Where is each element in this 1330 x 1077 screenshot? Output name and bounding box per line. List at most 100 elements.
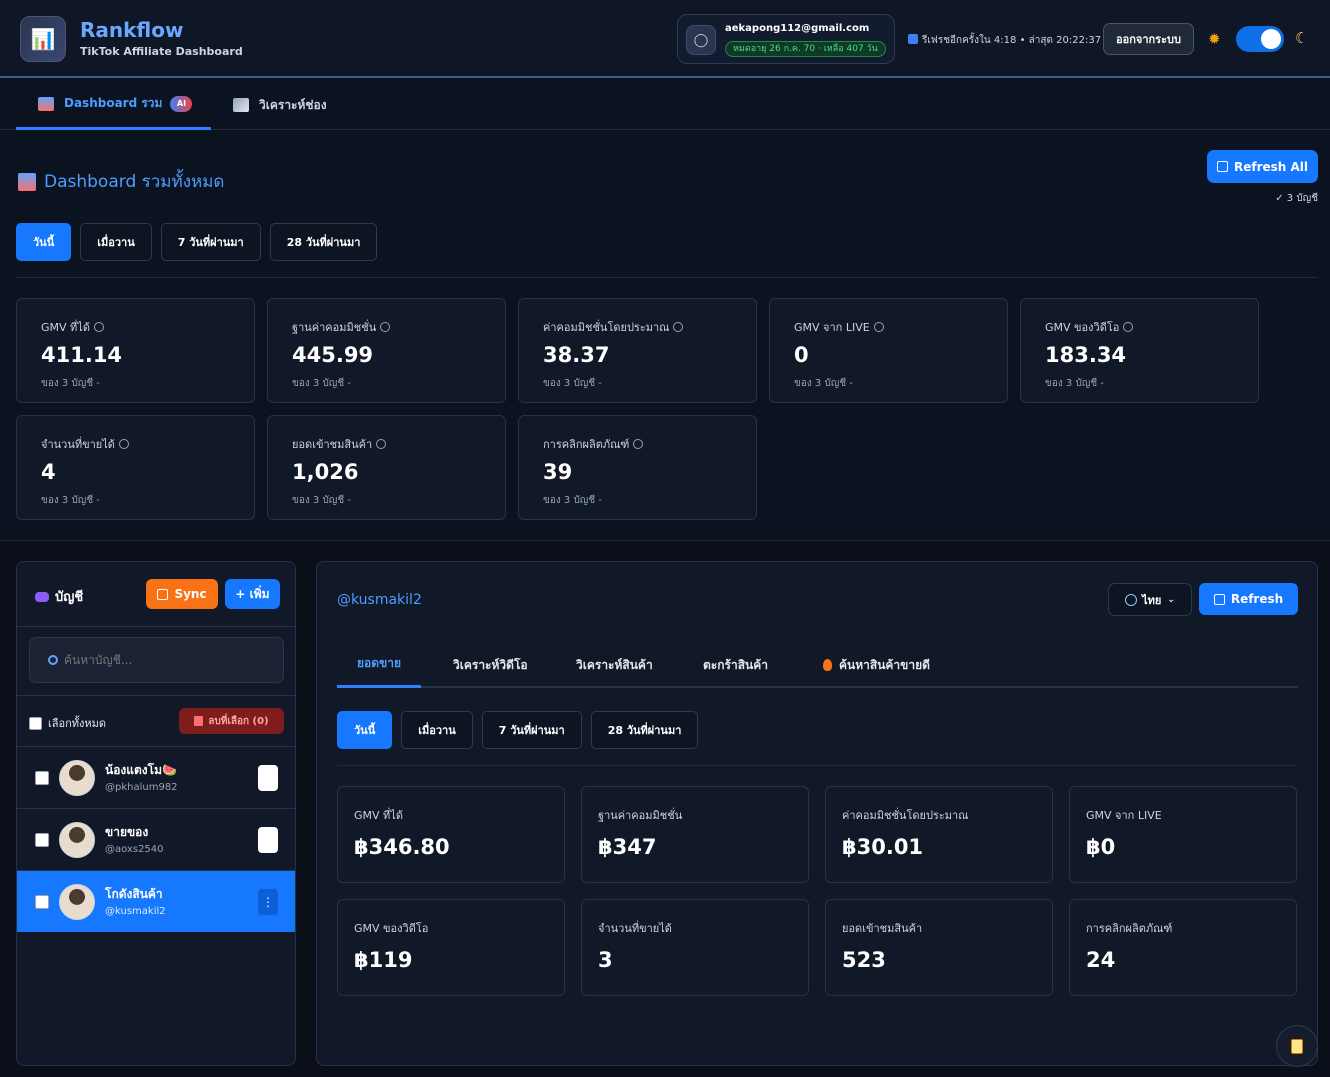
- help-icon[interactable]: [873, 322, 884, 332]
- people-icon: [35, 591, 49, 602]
- sync-button[interactable]: Sync: [146, 579, 218, 609]
- sun-icon: ✹: [1208, 30, 1221, 48]
- stat-label-text: จำนวนที่ขายได้: [41, 438, 115, 451]
- help-icon[interactable]: [118, 439, 129, 449]
- tab-sales[interactable]: ยอดขาย: [337, 642, 422, 688]
- dashboard-title: Dashboard รวมทั้งหมด: [18, 168, 224, 195]
- account-checkbox[interactable]: [35, 771, 49, 785]
- account-detail-panel: @kusmakil2 ไทย ⌄ Refresh ยอดขาย วิเคราะห์…: [316, 561, 1318, 1066]
- user-info: ◯ aekapong112@gmail.com หมดอายุ 26 ก.ค. …: [677, 14, 895, 64]
- account-handle: @aoxs2540: [105, 844, 164, 855]
- select-all-checkbox[interactable]: [29, 716, 42, 730]
- auto-refresh-info: รีเฟรชอีกครั้งใน 4:18 • ล่าสุด 20:22:37: [908, 33, 1101, 48]
- refresh-icon: [908, 34, 918, 44]
- stat-label: ยอดเข้าชมสินค้า: [842, 922, 923, 935]
- stat-value: 38.37: [543, 343, 610, 367]
- bar-chart-icon: [18, 172, 36, 191]
- stat-sub: ของ 3 บัญชี -: [1045, 378, 1104, 389]
- language-select[interactable]: ไทย ⌄: [1108, 583, 1192, 616]
- detail-stat-product-views: ยอดเข้าชมสินค้า 523: [825, 899, 1053, 996]
- stat-label: ฐานค่าคอมมิชชั่น: [598, 809, 683, 822]
- stat-value: 523: [842, 948, 886, 972]
- detail-stat-product-clicks: การคลิกผลิตภัณฑ์ 24: [1069, 899, 1297, 996]
- range-yesterday-button[interactable]: เมื่อวาน: [401, 711, 473, 749]
- more-options-button[interactable]: [258, 765, 278, 791]
- stat-label: GMV ของวิดีโอ: [354, 922, 429, 935]
- account-count: ✓ 3 บัญชี: [1275, 193, 1318, 204]
- range-yesterday-button[interactable]: เมื่อวาน: [80, 223, 152, 261]
- help-icon[interactable]: [380, 322, 391, 332]
- account-checkbox[interactable]: [35, 895, 49, 909]
- range-28days-button[interactable]: 28 วันที่ผ่านมา: [269, 223, 378, 261]
- theme-toggle[interactable]: [1236, 26, 1284, 52]
- tab-channel-label: วิเคราะห์ช่อง: [259, 97, 327, 112]
- accounts-title-text: บัญชี: [55, 590, 84, 605]
- tab-dashboard-label: Dashboard รวม: [64, 96, 163, 110]
- clipboard-floating-button[interactable]: [1276, 1025, 1318, 1067]
- help-icon[interactable]: [673, 322, 684, 332]
- refresh-all-button[interactable]: Refresh All: [1207, 150, 1318, 183]
- stat-sub: ของ 3 บัญชี -: [41, 378, 100, 389]
- help-icon[interactable]: [376, 439, 387, 449]
- tab-product-analysis[interactable]: วิเคราะห์สินค้า: [576, 642, 653, 688]
- delete-selected-label: ลบที่เลือก (0): [208, 715, 269, 727]
- stat-card-gmv: GMV ที่ได้ 411.14 ของ 3 บัญชี -: [16, 298, 255, 403]
- stat-value: 39: [543, 460, 573, 484]
- range-today-button[interactable]: วันนี้: [16, 223, 72, 261]
- tab-channel-analysis[interactable]: วิเคราะห์ช่อง: [233, 80, 327, 130]
- account-search-input[interactable]: [64, 653, 254, 667]
- account-name: ขายของ: [105, 825, 149, 839]
- refresh-info-text: รีเฟรชอีกครั้งใน 4:18 • ล่าสุด 20:22:37: [922, 35, 1102, 46]
- stat-sub: ของ 3 บัญชี -: [543, 378, 602, 389]
- app-logo: 📊: [20, 16, 66, 62]
- select-all[interactable]: เลือกทั้งหมด: [29, 714, 106, 732]
- stat-label-text: ฐานค่าคอมมิชชั่น: [292, 321, 377, 334]
- help-icon[interactable]: [633, 439, 644, 449]
- stat-label: จำนวนที่ขายได้: [598, 922, 672, 935]
- refresh-icon: [157, 588, 169, 600]
- account-checkbox[interactable]: [35, 833, 49, 847]
- chart-logo-icon: 📊: [30, 27, 56, 51]
- stat-label: การคลิกผลิตภัณฑ์: [1086, 922, 1173, 935]
- range-today-button[interactable]: วันนี้: [337, 711, 393, 749]
- tab-video-analysis[interactable]: วิเคราะห์วิดีโอ: [453, 642, 528, 688]
- detail-stat-gmv: GMV ที่ได้ ฿346.80: [337, 786, 565, 883]
- tab-product-cart[interactable]: ตะกร้าสินค้า: [703, 642, 768, 688]
- tab-dashboard-overall[interactable]: Dashboard รวม AI: [16, 80, 211, 130]
- account-handle: @pkhalum982: [105, 782, 178, 793]
- brand-subtitle: TikTok Affiliate Dashboard: [80, 45, 243, 58]
- stat-label: ค่าคอมมิชชั่นโดยประมาณ: [842, 809, 969, 822]
- detail-stat-video-gmv: GMV ของวิดีโอ ฿119: [337, 899, 565, 996]
- more-options-button[interactable]: ⋮: [258, 889, 278, 915]
- accounts-title: บัญชี: [35, 586, 83, 607]
- refresh-button[interactable]: Refresh: [1199, 583, 1298, 615]
- help-icon[interactable]: [1123, 322, 1134, 332]
- logout-button[interactable]: ออกจากระบบ: [1103, 23, 1194, 55]
- add-account-button[interactable]: + เพิ่ม: [225, 579, 280, 609]
- range-7days-button[interactable]: 7 วันที่ผ่านมา: [160, 223, 261, 261]
- stat-label: จำนวนที่ขายได้: [41, 435, 129, 453]
- stat-card-product-views: ยอดเข้าชมสินค้า 1,026 ของ 3 บัญชี -: [267, 415, 506, 520]
- account-row[interactable]: ขายของ @aoxs2540: [17, 808, 295, 870]
- account-row[interactable]: น้องแตงโม🍉 @pkhalum982: [17, 746, 295, 808]
- stat-value: ฿346.80: [354, 835, 450, 859]
- refresh-all-label: Refresh All: [1233, 159, 1309, 174]
- tab-find-bestsellers[interactable]: ค้นหาสินค้าขายดี: [823, 642, 930, 688]
- range-7days-button[interactable]: 7 วันที่ผ่านมา: [481, 711, 582, 749]
- stat-sub: ของ 3 บัญชี -: [794, 378, 853, 389]
- delete-selected-button[interactable]: ลบที่เลือก (0): [179, 708, 284, 734]
- stat-label-text: GMV จาก LIVE: [794, 321, 870, 334]
- stat-value: 4: [41, 460, 56, 484]
- plan-badge: หมดอายุ 26 ก.ค. 70 · เหลือ 407 วัน: [725, 41, 886, 57]
- chevron-down-icon: ⌄: [1167, 594, 1175, 605]
- account-row-selected[interactable]: โกดังสินค้า @kusmakil2 ⋮: [17, 870, 295, 932]
- stat-sub: ของ 3 บัญชี -: [292, 378, 351, 389]
- stat-label-text: GMV ของวิดีโอ: [1045, 321, 1120, 334]
- help-icon[interactable]: [93, 322, 104, 332]
- more-options-button[interactable]: [258, 827, 278, 853]
- fire-icon: [823, 659, 832, 671]
- refresh-label: Refresh: [1230, 592, 1284, 606]
- range-28days-button[interactable]: 28 วันที่ผ่านมา: [590, 711, 699, 749]
- stat-sub: ของ 3 บัญชี -: [41, 495, 100, 506]
- stat-label-text: การคลิกผลิตภัณฑ์: [543, 438, 630, 451]
